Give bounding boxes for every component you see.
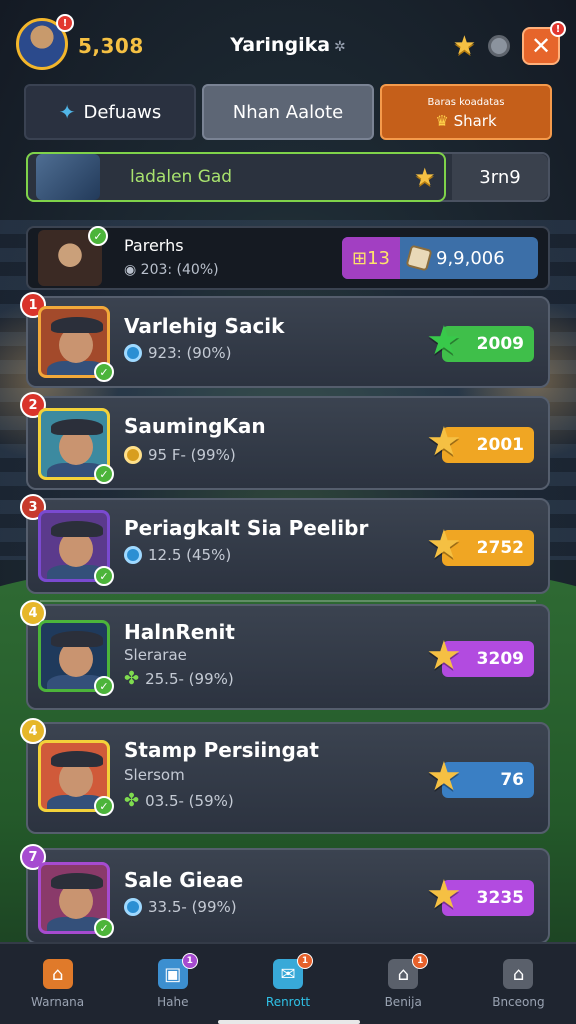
- bottom-navigation: ⌂ Warnana ▣ 1 Hahe ✉ 1 Renrott ⌂ 1 Benij…: [0, 942, 576, 1024]
- nav-label: Bnceong: [492, 995, 545, 1009]
- check-icon: ✓: [94, 464, 114, 484]
- clover-icon: ✤: [124, 668, 140, 689]
- player-subtitle: Slersom: [124, 766, 185, 784]
- player-stat: 12.5 (45%): [124, 546, 231, 564]
- tab-defuaws[interactable]: ✦ Defuaws: [24, 84, 196, 140]
- top-bar: ! 5,308 Yaringika ✲ ★ ✕ !: [16, 14, 566, 78]
- nav-label: Benija: [384, 995, 422, 1009]
- player-name: Varlehig Sacik: [124, 314, 285, 338]
- shop-icon: ⌂ 1: [388, 953, 429, 989]
- coin-icon: [124, 898, 142, 916]
- player-stat: 33.5- (99%): [124, 898, 237, 916]
- score-pill: ★ 2001: [426, 419, 534, 465]
- score-pill: ★ 2009: [426, 318, 534, 364]
- check-icon: ✓: [94, 676, 114, 696]
- ticket-count: ⊞ 13: [342, 237, 400, 279]
- shield-icon: ✦: [58, 100, 76, 124]
- coin-icon: [124, 344, 142, 362]
- player-stat: 923: (90%): [124, 344, 232, 362]
- check-icon: ✓: [88, 226, 108, 246]
- featured-player-card[interactable]: ✓ Parerhs ◉ 203: (40%) ⊞ 13 9,9,006: [26, 226, 550, 290]
- coin-icon: [124, 546, 142, 564]
- home-indicator: [218, 1020, 360, 1024]
- page-title: Yaringika ✲: [230, 34, 346, 56]
- leaderboard-row[interactable]: 3 ✓ Periagkalt Sia Peelibr 12.5 (45%) ★ …: [20, 494, 550, 594]
- leaderboard-row[interactable]: 7 ✓ Sale Gieae 33.5- (99%) ★ 3235: [20, 844, 550, 944]
- mail-icon: ✉ 1: [273, 953, 313, 989]
- nav-badge: 1: [412, 953, 429, 969]
- nav-label: Warnana: [31, 995, 85, 1009]
- player-name: Periagkalt Sia Peelibr: [124, 516, 369, 540]
- leaderboard-row[interactable]: 4 ✓ HalnRenit Slerarae ✤ 25.5- (99%) ★ 3…: [20, 600, 550, 710]
- dice-icon: [405, 244, 433, 272]
- score-pill: ★ 3209: [426, 633, 534, 679]
- score-pill: ★ 3235: [426, 872, 534, 918]
- nav-badge: 1: [297, 953, 313, 969]
- tab-shark[interactable]: Baras koadatas ♛ Shark: [380, 84, 552, 140]
- player-portrait: ✓: [38, 226, 108, 286]
- star-icon: ★: [426, 419, 462, 465]
- star-icon: ★: [414, 163, 436, 191]
- nav-item-shop[interactable]: ⌂ 1 Benija: [346, 944, 461, 1024]
- nav-item-mail[interactable]: ✉ 1 Renrott: [230, 944, 345, 1024]
- close-button[interactable]: ✕ !: [522, 21, 566, 65]
- star-icon: ★: [426, 754, 462, 800]
- leaderboard-row[interactable]: 1 ✓ Varlehig Sacik 923: (90%) ★ 2009: [20, 292, 550, 388]
- total-value: 9,9,006: [436, 247, 505, 269]
- close-badge: !: [550, 21, 566, 37]
- nav-item-chest[interactable]: ▣ 1 Hahe: [115, 944, 230, 1024]
- tab-bar: ✦ Defuaws Nhan Aalote Baras koadatas ♛ S…: [24, 84, 552, 140]
- player-stat: 95 F- (99%): [124, 446, 236, 464]
- player-name: HalnRenit: [124, 620, 235, 644]
- reward-pill: ⊞ 13 9,9,006: [342, 237, 538, 279]
- nav-item-settings[interactable]: ⌂ Bnceong: [461, 944, 576, 1024]
- star-icon: ★: [426, 522, 462, 568]
- star-icon: ★: [426, 318, 462, 364]
- star-icon: ★: [426, 872, 462, 918]
- score-pill: ★ 2752: [426, 522, 534, 568]
- nav-badge: 1: [181, 953, 198, 969]
- nav-label: Hahe: [157, 995, 189, 1009]
- nav-item-home[interactable]: ⌂ Warnana: [0, 944, 115, 1024]
- close-icon: ✕: [530, 32, 552, 60]
- leaderboard-row[interactable]: 4 ✓ Stamp Persiingat Slersom ✤ 03.5- (59…: [20, 718, 550, 834]
- player-stat: ◉ 203: (40%): [124, 262, 219, 278]
- notification-badge: !: [56, 14, 74, 32]
- clover-icon: ✤: [124, 790, 140, 811]
- settings-icon: ⌂: [503, 959, 534, 989]
- player-stat: ✤ 03.5- (59%): [124, 790, 234, 811]
- trophy-icon: ♛: [435, 112, 449, 130]
- player-name: Parerhs: [124, 236, 184, 255]
- score-pill: ★ 76: [426, 754, 534, 800]
- star-icon: ★: [426, 633, 462, 679]
- my-rank-row[interactable]: ladalen Gad ★ 3rn9: [26, 152, 550, 202]
- my-rank-value: 3rn9: [452, 154, 548, 200]
- chest-icon: ▣ 1: [157, 953, 198, 989]
- player-subtitle: Slerarae: [124, 646, 187, 664]
- tab-nhan-aalote[interactable]: Nhan Aalote: [202, 84, 374, 140]
- coin-icon: [124, 446, 142, 464]
- sparkle-icon: ✲: [334, 39, 346, 55]
- check-icon: ✓: [94, 566, 114, 586]
- player-name: Stamp Persiingat: [124, 738, 319, 762]
- home-icon: ⌂: [42, 959, 73, 989]
- player-stat: ✤ 25.5- (99%): [124, 668, 234, 689]
- player-name: Sale Gieae: [124, 868, 244, 892]
- leaderboard-row[interactable]: 2 ✓ SaumingKan 95 F- (99%) ★ 2001: [20, 392, 550, 490]
- check-icon: ✓: [94, 362, 114, 382]
- nav-label: Renrott: [265, 995, 311, 1009]
- check-icon: ✓: [94, 918, 114, 938]
- check-icon: ✓: [94, 796, 114, 816]
- player-name: SaumingKan: [124, 414, 266, 438]
